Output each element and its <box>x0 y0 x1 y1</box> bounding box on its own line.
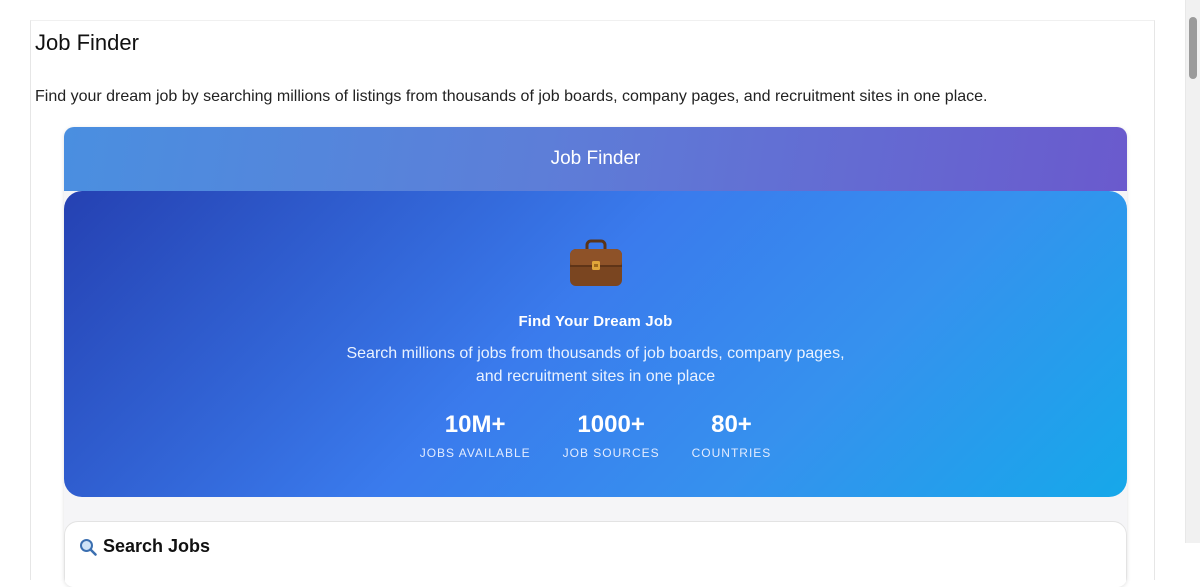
stats-row: 10M+ JOBS AVAILABLE 1000+ JOB SOURCES 80… <box>64 409 1127 460</box>
job-finder-app: Job Finder Find Your Dream Job Search mi… <box>64 127 1127 587</box>
scrollbar-thumb[interactable] <box>1189 17 1197 79</box>
hero-banner: Find Your Dream Job Search millions of j… <box>64 191 1127 497</box>
briefcase-icon <box>569 239 622 286</box>
stat-jobs-available: 10M+ JOBS AVAILABLE <box>420 409 531 460</box>
stat-label: JOBS AVAILABLE <box>419 446 531 460</box>
app-header-title: Job Finder <box>550 148 641 169</box>
hero-title: Find Your Dream Job <box>518 313 673 330</box>
stat-label: COUNTRIES <box>691 446 772 460</box>
page-description: Find your dream job by searching million… <box>35 88 988 105</box>
stat-value: 80+ <box>711 411 752 438</box>
stat-label: JOB SOURCES <box>562 446 660 460</box>
page-scrollbar[interactable] <box>1185 0 1200 543</box>
search-jobs-card: Search Jobs <box>64 521 1127 587</box>
hero-subtitle: Search millions of jobs from thousands o… <box>346 345 845 385</box>
page-title: Job Finder <box>35 30 139 55</box>
magnifier-icon <box>80 538 97 556</box>
stat-job-sources: 1000+ JOB SOURCES <box>563 409 660 460</box>
search-section-title: Search Jobs <box>79 536 210 557</box>
app-header: Job Finder <box>64 127 1127 191</box>
stat-value: 10M+ <box>444 411 506 438</box>
page-container: Job Finder Find your dream job by search… <box>30 20 1155 587</box>
stat-value: 1000+ <box>577 411 645 438</box>
stat-countries: 80+ COUNTRIES <box>692 409 772 460</box>
search-section-label: Search Jobs <box>103 536 211 556</box>
